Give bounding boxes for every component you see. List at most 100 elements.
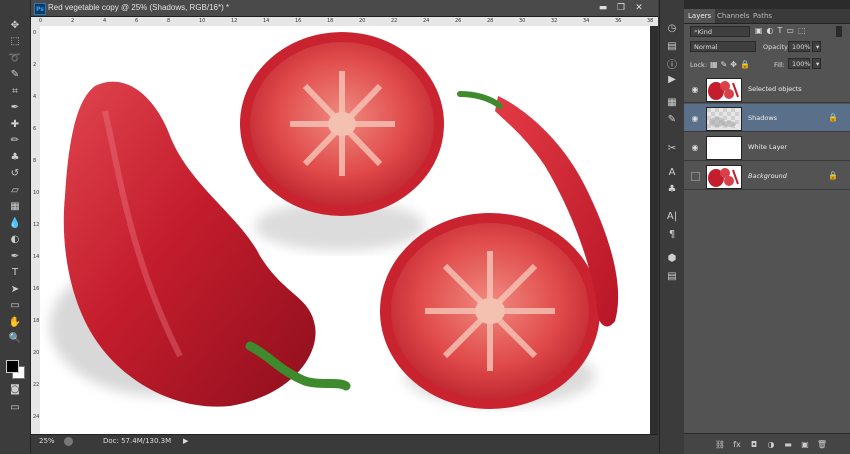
- minimize-button[interactable]: ▬: [597, 2, 609, 14]
- actions-icon[interactable]: ▶: [665, 73, 679, 85]
- tool-presets-icon[interactable]: ✂: [665, 142, 679, 154]
- info-panel-icon[interactable]: ⓘ: [665, 57, 679, 71]
- eraser-tool-icon[interactable]: ▱: [7, 183, 23, 197]
- pen-tool-icon[interactable]: ✒: [7, 249, 23, 263]
- quick-select-tool-icon[interactable]: ✎: [7, 68, 23, 82]
- move-tool-icon[interactable]: ✥: [7, 18, 23, 32]
- layer-name[interactable]: White Layer: [748, 143, 787, 151]
- layer-thumbnail[interactable]: [706, 78, 742, 102]
- healing-brush-tool-icon[interactable]: ✚: [7, 117, 23, 131]
- zoom-level[interactable]: 25%: [39, 437, 55, 445]
- visibility-eye-icon[interactable]: ◉: [690, 84, 700, 94]
- history-icon[interactable]: ◷: [665, 22, 679, 34]
- type-tool-icon[interactable]: T: [7, 266, 23, 280]
- crop-tool-icon[interactable]: ⌗: [7, 84, 23, 98]
- clone-stamp-tool-icon[interactable]: ♣: [7, 150, 23, 164]
- dodge-tool-icon[interactable]: ◐: [7, 233, 23, 247]
- layer-thumbnail[interactable]: [706, 136, 742, 160]
- folder-icon[interactable]: ▬: [782, 438, 794, 450]
- visibility-eye-icon[interactable]: ◉: [690, 113, 700, 123]
- ruler-tick-label: 14: [33, 254, 40, 260]
- blend-mode-select[interactable]: Normal: [690, 41, 756, 52]
- info-icon[interactable]: [64, 437, 73, 446]
- shape-tool-icon[interactable]: ▭: [7, 299, 23, 313]
- layers-list: ◉ Selected objects ◉ Shadows 🔒 ◉ White Layer Ba…: [684, 75, 850, 195]
- ruler-tick-label: 12: [231, 18, 238, 24]
- lock-icon: 🔒: [828, 171, 838, 180]
- foreground-color-swatch[interactable]: [6, 360, 19, 373]
- layer-name[interactable]: Shadows: [748, 114, 777, 122]
- layer-row[interactable]: ◉ White Layer: [684, 133, 850, 161]
- trash-icon[interactable]: 🗑: [816, 438, 828, 450]
- restore-button[interactable]: ❐: [615, 2, 627, 14]
- close-button[interactable]: ✕: [633, 2, 645, 14]
- marquee-tool-icon[interactable]: ⬚: [7, 35, 23, 49]
- 3d-icon[interactable]: ⬢: [665, 252, 679, 264]
- ruler-tick-label: 0: [33, 30, 37, 36]
- status-bar: 25% Doc: 57.4M/130.3M ▶: [31, 434, 658, 454]
- layer-thumbnail[interactable]: [706, 107, 742, 131]
- lock-icons[interactable]: ▦✎✥🔒: [710, 60, 753, 69]
- filter-toggle[interactable]: [836, 26, 842, 37]
- mask-icon[interactable]: ◘: [748, 438, 760, 450]
- ruler-tick-label: 16: [295, 18, 302, 24]
- filter-icons[interactable]: ▣◐T▭⬚: [755, 26, 810, 35]
- link-icon[interactable]: ⛓: [714, 438, 726, 450]
- tab-paths[interactable]: Paths: [749, 9, 776, 23]
- ruler-tick-label: 28: [487, 18, 494, 24]
- layer-row[interactable]: ◉ Shadows 🔒: [684, 104, 850, 132]
- status-menu-arrow-icon[interactable]: ▶: [183, 437, 188, 445]
- hand-tool-icon[interactable]: ✋: [7, 315, 23, 329]
- ruler-tick-label: 10: [199, 18, 206, 24]
- new-layer-icon[interactable]: ▣: [799, 438, 811, 450]
- vertical-scrollbar[interactable]: [650, 26, 658, 434]
- fill-dropdown-icon[interactable]: ▾: [812, 58, 821, 69]
- kind-filter-select[interactable]: ⌕ Kind: [690, 26, 750, 37]
- visibility-toggle[interactable]: [691, 172, 700, 181]
- adjustment-icon[interactable]: ◑: [765, 438, 777, 450]
- fill-input[interactable]: 100%: [788, 58, 811, 69]
- zoom-tool-icon[interactable]: 🔍: [7, 332, 23, 346]
- lock-label: Lock:: [690, 61, 708, 69]
- blur-tool-icon[interactable]: 💧: [7, 216, 23, 230]
- gradient-tool-icon[interactable]: ▦: [7, 200, 23, 214]
- layers-panel: Layers Channels Paths ⌕ Kind ▣◐T▭⬚ Normal …: [684, 0, 850, 454]
- document-tab[interactable]: Ps Red vegetable copy @ 25% (Shadows, RG…: [31, 0, 658, 17]
- styles-icon[interactable]: ✎: [665, 113, 679, 125]
- path-select-tool-icon[interactable]: ➤: [7, 282, 23, 296]
- layers-bottom-bar: ⛓ fx ◘ ◑ ▬ ▣ 🗑: [684, 433, 850, 454]
- character-style-icon[interactable]: A|: [665, 210, 679, 222]
- layer-thumbnail[interactable]: [706, 165, 742, 189]
- clone-source-icon[interactable]: ♣: [665, 183, 679, 195]
- document-title: Red vegetable copy @ 25% (Shadows, RGB/1…: [48, 3, 230, 12]
- quick-mask-icon[interactable]: ◙: [7, 382, 23, 396]
- fx-icon[interactable]: fx: [731, 438, 743, 450]
- layer-name[interactable]: Background: [748, 172, 787, 180]
- ruler-tick-label: 2: [33, 62, 37, 68]
- ruler-tick-label: 30: [519, 18, 526, 24]
- lasso-tool-icon[interactable]: ➰: [7, 51, 23, 65]
- ruler-tick-label: 4: [33, 94, 37, 100]
- visibility-eye-icon[interactable]: ◉: [690, 142, 700, 152]
- character-icon[interactable]: A: [665, 166, 679, 178]
- eyedropper-tool-icon[interactable]: ✒: [7, 101, 23, 115]
- image-canvas[interactable]: [40, 26, 650, 434]
- tab-layers[interactable]: Layers: [684, 9, 716, 23]
- brush-presets-icon[interactable]: ▤: [665, 40, 679, 52]
- ruler-tick-label: 18: [327, 18, 334, 24]
- ruler-tick-label: 4: [103, 18, 107, 24]
- brush-tool-icon[interactable]: ✏: [7, 134, 23, 148]
- kind-filter-label: Kind: [697, 27, 712, 36]
- opacity-input[interactable]: 100%: [788, 41, 811, 52]
- layer-row[interactable]: Background 🔒: [684, 162, 850, 190]
- layer-name[interactable]: Selected objects: [748, 85, 802, 93]
- swatches-icon[interactable]: ▦: [665, 96, 679, 108]
- screen-mode-icon[interactable]: ▭: [7, 400, 23, 414]
- paragraph-icon[interactable]: ¶: [665, 228, 679, 240]
- history-brush-tool-icon[interactable]: ↺: [7, 167, 23, 181]
- layer-row[interactable]: ◉ Selected objects: [684, 75, 850, 103]
- timeline-icon[interactable]: ▤: [665, 270, 679, 282]
- tab-channels[interactable]: Channels: [713, 9, 753, 23]
- opacity-dropdown-icon[interactable]: ▾: [812, 41, 821, 52]
- ruler-tick-label: 0: [39, 18, 43, 24]
